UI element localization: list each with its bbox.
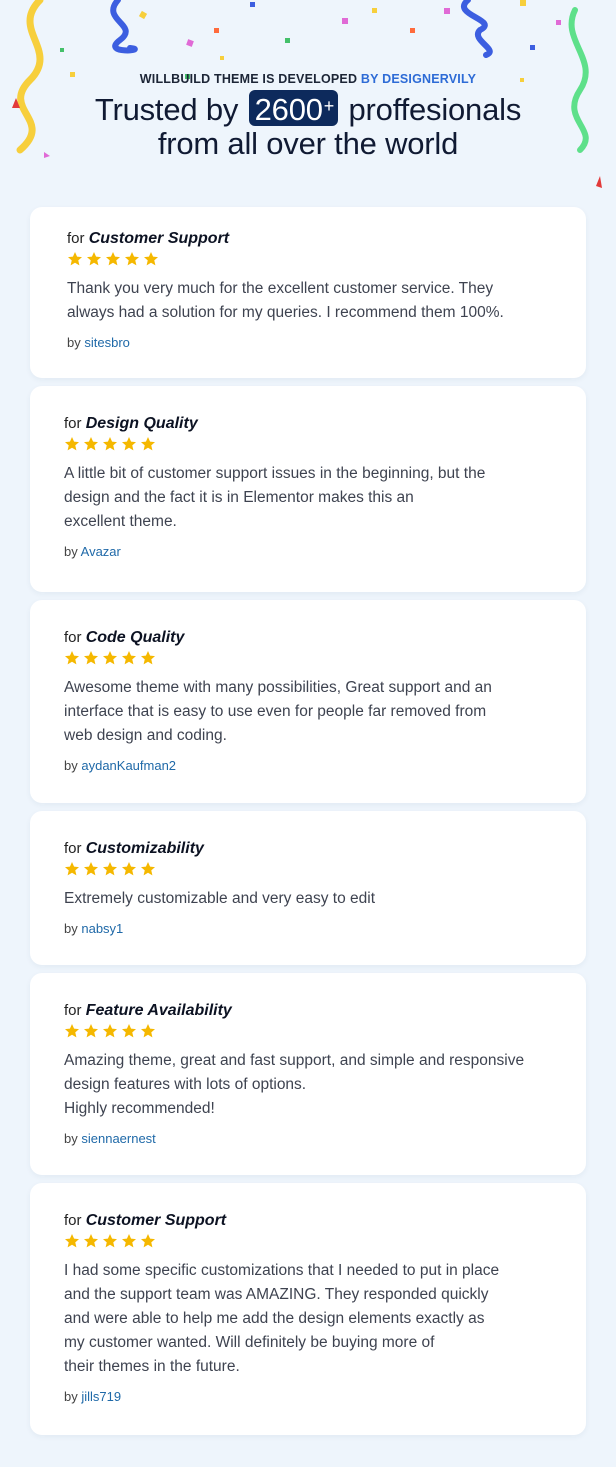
- review-author-line: by sitesbro: [67, 335, 562, 350]
- review-author-line: by jills719: [64, 1389, 562, 1404]
- review-card: for Customizability Extremely customizab…: [30, 811, 586, 965]
- testimonials-page: WILLBUILD THEME IS DEVELOPED BY DESIGNER…: [0, 0, 616, 1467]
- for-prefix: for: [64, 415, 82, 432]
- star-icon: [103, 437, 117, 451]
- star-icon: [84, 1024, 98, 1038]
- star-icon: [65, 1024, 79, 1038]
- author-link[interactable]: nabsy1: [81, 921, 123, 936]
- by-prefix: by: [64, 544, 78, 559]
- for-prefix: for: [64, 1002, 82, 1019]
- review-category: Customer Support: [88, 230, 230, 247]
- star-icon: [122, 1234, 136, 1248]
- review-card: for Customer Support Thank you very much…: [30, 207, 586, 378]
- for-prefix: for: [64, 629, 82, 646]
- star-icon: [103, 862, 117, 876]
- headline-pre: Trusted by: [94, 92, 239, 127]
- badge-number: 2600: [254, 92, 323, 127]
- review-category: Design Quality: [85, 415, 198, 432]
- headline: Trusted by 2600+ proffesionals from all …: [0, 90, 616, 161]
- by-prefix: by: [67, 335, 81, 350]
- star-icon: [141, 1024, 155, 1038]
- author-link[interactable]: aydanKaufman2: [81, 758, 176, 773]
- for-prefix: for: [64, 1212, 82, 1229]
- for-prefix: for: [64, 840, 82, 857]
- star-icon: [65, 651, 79, 665]
- star-icon: [87, 252, 101, 266]
- star-icon: [65, 862, 79, 876]
- review-category-line: for Feature Availability: [64, 1001, 562, 1021]
- star-icon: [103, 1234, 117, 1248]
- review-card: for Code Quality Awesome theme with many…: [30, 600, 586, 803]
- review-text: Amazing theme, great and fast support, a…: [64, 1052, 525, 1117]
- star-icon: [125, 252, 139, 266]
- review-category: Feature Availability: [85, 1002, 232, 1019]
- review-category: Code Quality: [85, 629, 185, 646]
- review-text: Thank you very much for the excellent cu…: [67, 280, 504, 321]
- star-icon: [122, 862, 136, 876]
- star-rating: [64, 1023, 562, 1039]
- by-prefix: by: [64, 1131, 78, 1146]
- by-prefix: by: [64, 1389, 78, 1404]
- review-text: Awesome theme with many possibilities, G…: [64, 679, 492, 744]
- review-category-line: for Customizability: [64, 839, 562, 859]
- review-category-line: for Customer Support: [64, 1211, 562, 1231]
- star-rating: [64, 436, 562, 452]
- review-category-line: for Code Quality: [64, 628, 562, 648]
- star-rating: [64, 650, 562, 666]
- review-category: Customizability: [85, 840, 204, 857]
- review-card: for Design Quality A little bit of custo…: [30, 386, 586, 592]
- hero-header: WILLBUILD THEME IS DEVELOPED BY DESIGNER…: [0, 72, 616, 161]
- star-icon: [141, 1234, 155, 1248]
- review-category: Customer Support: [85, 1212, 227, 1229]
- star-icon: [84, 862, 98, 876]
- star-icon: [65, 1234, 79, 1248]
- star-icon: [122, 651, 136, 665]
- review-author-line: by siennaernest: [64, 1131, 562, 1146]
- author-link[interactable]: jills719: [81, 1389, 121, 1404]
- review-text: Extremely customizable and very easy to …: [64, 890, 375, 907]
- review-card: for Customer Support I had some specific…: [30, 1183, 586, 1435]
- review-category-line: for Design Quality: [64, 414, 562, 434]
- star-icon: [68, 252, 82, 266]
- star-icon: [84, 1234, 98, 1248]
- star-icon: [106, 252, 120, 266]
- star-icon: [141, 651, 155, 665]
- headline-line2: from all over the world: [157, 126, 459, 161]
- badge-plus: +: [323, 96, 335, 116]
- star-icon: [103, 651, 117, 665]
- headline-post: proffesionals: [348, 92, 522, 127]
- review-author-line: by aydanKaufman2: [64, 758, 562, 773]
- review-author-line: by nabsy1: [64, 921, 562, 936]
- author-link[interactable]: Avazar: [81, 544, 121, 559]
- star-icon: [122, 437, 136, 451]
- star-icon: [144, 252, 158, 266]
- kicker-prefix: WILLBUILD THEME IS DEVELOPED: [139, 72, 358, 86]
- star-icon: [84, 437, 98, 451]
- star-rating: [64, 861, 562, 877]
- review-category-line: for Customer Support: [67, 229, 562, 249]
- star-icon: [141, 437, 155, 451]
- star-icon: [122, 1024, 136, 1038]
- review-author-line: by Avazar: [64, 544, 562, 559]
- star-icon: [65, 437, 79, 451]
- star-icon: [141, 862, 155, 876]
- kicker-brand-link[interactable]: BY DESIGNERVILY: [361, 72, 476, 86]
- star-rating: [64, 1233, 562, 1249]
- star-icon: [84, 651, 98, 665]
- review-text: I had some specific customizations that …: [64, 1262, 500, 1375]
- by-prefix: by: [64, 758, 78, 773]
- for-prefix: for: [67, 230, 85, 247]
- count-badge: 2600+: [248, 90, 339, 127]
- author-link[interactable]: siennaernest: [81, 1131, 155, 1146]
- author-link[interactable]: sitesbro: [84, 335, 130, 350]
- by-prefix: by: [64, 921, 78, 936]
- kicker-text: WILLBUILD THEME IS DEVELOPED BY DESIGNER…: [0, 72, 616, 86]
- star-rating: [67, 251, 562, 267]
- review-text: A little bit of customer support issues …: [64, 465, 486, 530]
- star-icon: [103, 1024, 117, 1038]
- review-card: for Feature Availability Amazing theme, …: [30, 973, 586, 1175]
